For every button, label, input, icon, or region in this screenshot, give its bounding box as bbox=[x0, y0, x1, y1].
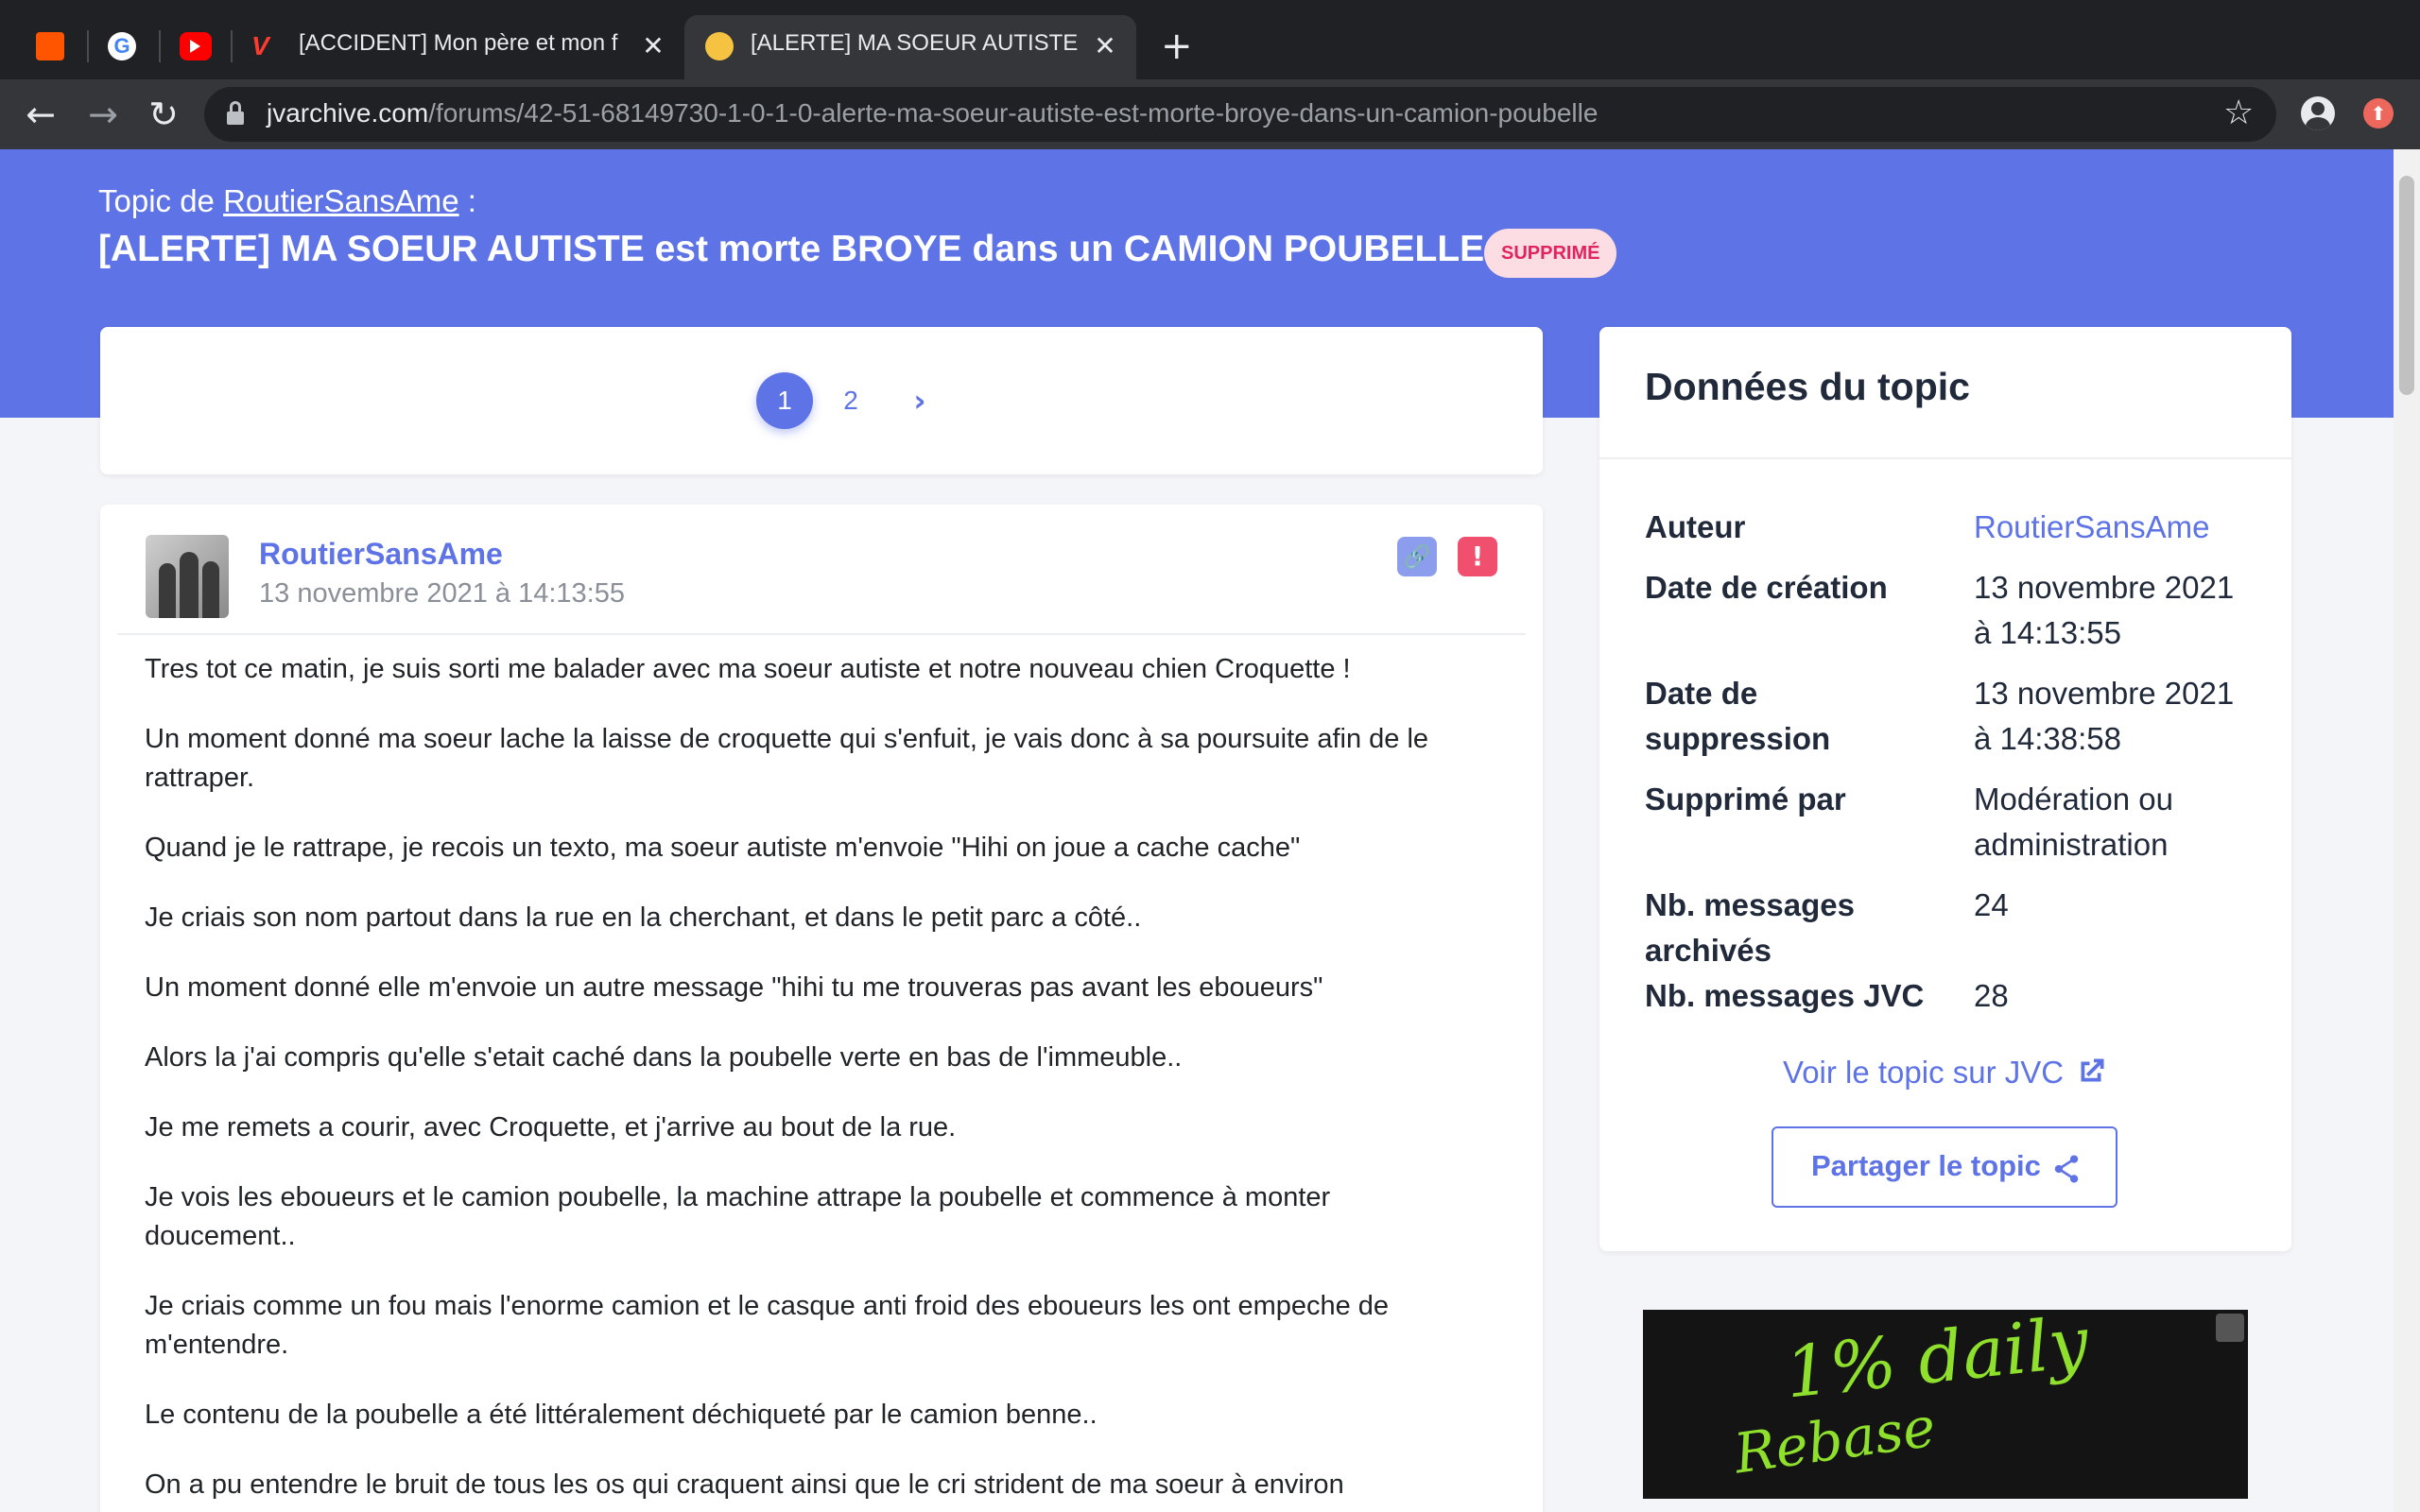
label-jvc-messages: Nb. messages JVC bbox=[1645, 978, 1925, 1013]
close-icon[interactable]: ✕ bbox=[639, 28, 667, 64]
label-author: Auteur bbox=[1645, 509, 1746, 544]
tab-separator bbox=[159, 30, 161, 62]
page-title: [ALERTE] MA SOEUR AUTISTE est morte BROY… bbox=[98, 229, 1485, 269]
view-on-jvc-link[interactable]: Voir le topic sur JVC bbox=[1783, 1055, 2064, 1091]
url-path: /forums/42-51-68149730-1-0-1-0-alerte-ma… bbox=[428, 98, 1599, 128]
report-icon[interactable]: ! bbox=[1458, 537, 1497, 576]
label-deleted-by: Supprimé par bbox=[1645, 782, 1846, 816]
post-divider bbox=[117, 633, 1526, 635]
value-deleted-by: Modération ou bbox=[1974, 782, 2173, 816]
value-deleted-by-2: administration bbox=[1974, 827, 2169, 862]
page-viewport: Topic de RoutierSansAme : [ALERTE] MA SO… bbox=[0, 149, 2394, 1512]
value-deletion-time: à 14:38:58 bbox=[1974, 721, 2121, 756]
status-badge: SUPPRIMÉ bbox=[1484, 229, 1617, 278]
label-archived-messages-2: archivés bbox=[1645, 933, 1772, 968]
value-archived-messages: 24 bbox=[1974, 887, 2009, 922]
youtube-icon[interactable] bbox=[180, 32, 212, 60]
link-icon[interactable]: 🔗 bbox=[1397, 537, 1437, 576]
topic-author-line: Topic de RoutierSansAme : bbox=[98, 183, 476, 219]
url-text[interactable]: jvarchive.com/forums/42-51-68149730-1-0-… bbox=[267, 98, 1598, 129]
page-2-button[interactable]: 2 bbox=[822, 372, 879, 429]
pagination-card bbox=[100, 327, 1543, 474]
url-host: jvarchive.com bbox=[267, 98, 429, 128]
post-paragraph: Alors la j'ai compris qu'elle s'etait ca… bbox=[145, 1042, 1183, 1073]
label-deletion-date: Date de bbox=[1645, 676, 1758, 711]
topic-author-link[interactable]: RoutierSansAme bbox=[223, 183, 458, 218]
sidebar-divider bbox=[1599, 457, 2291, 459]
ad-choices-icon[interactable] bbox=[2216, 1314, 2244, 1342]
post-paragraph: Je me remets a courir, avec Croquette, e… bbox=[145, 1112, 957, 1143]
post-paragraph: Tres tot ce matin, je suis sorti me bala… bbox=[145, 654, 1351, 684]
value-deletion-date: 13 novembre 2021 bbox=[1974, 676, 2235, 711]
value-jvc-messages: 28 bbox=[1974, 978, 2009, 1013]
forward-icon[interactable]: → bbox=[79, 91, 127, 138]
star-icon[interactable]: ☆ bbox=[2223, 93, 2254, 134]
post-paragraph: Je criais son nom partout dans la rue en… bbox=[145, 902, 1142, 933]
post-body: Tres tot ce matin, je suis sorti me bala… bbox=[145, 650, 1487, 1512]
post-paragraph: Je vois les eboueurs et le camion poubel… bbox=[145, 1182, 1331, 1251]
jv-icon[interactable]: V bbox=[251, 32, 280, 60]
sidebar-title: Données du topic bbox=[1645, 365, 1970, 408]
plus-icon[interactable]: + bbox=[1161, 25, 1193, 68]
post-author-link[interactable]: RoutierSansAme bbox=[259, 537, 503, 572]
post-paragraph: Un moment donné elle m'envoie un autre m… bbox=[145, 972, 1323, 1003]
share-button-label: Partager le topic bbox=[1811, 1149, 2041, 1182]
close-icon[interactable]: ✕ bbox=[1091, 28, 1119, 64]
extension-icon[interactable]: ⬆ bbox=[2363, 98, 2394, 129]
emoji-icon bbox=[705, 32, 734, 60]
chevron-right-icon[interactable]: › bbox=[906, 372, 934, 429]
google-icon[interactable]: G bbox=[108, 32, 136, 60]
ad-text-line1: 1% daily bbox=[1781, 1310, 2093, 1415]
avatar[interactable] bbox=[146, 535, 229, 618]
post-paragraph: Un moment donné ma soeur lache la laisse… bbox=[145, 724, 1429, 793]
post-date: 13 novembre 2021 à 14:13:55 bbox=[259, 578, 625, 609]
value-author-link[interactable]: RoutierSansAme bbox=[1974, 505, 2209, 550]
post-paragraph: Je criais comme un fou mais l'enorme cam… bbox=[145, 1291, 1390, 1360]
label-creation-date: Date de création bbox=[1645, 570, 1888, 605]
post-paragraph: On a pu entendre le bruit de tous les os… bbox=[145, 1469, 1344, 1500]
topic-prefix: Topic de bbox=[98, 183, 224, 218]
share-icon bbox=[2054, 1155, 2079, 1183]
value-creation-date: 13 novembre 2021 bbox=[1974, 570, 2235, 605]
ad-text-line2: Rebase bbox=[1730, 1394, 1940, 1486]
tab-title-accident[interactable]: [ACCIDENT] Mon père et mon f bbox=[299, 30, 630, 57]
soundcloud-icon[interactable] bbox=[36, 32, 64, 60]
label-archived-messages: Nb. messages bbox=[1645, 887, 1855, 922]
topic-suffix: : bbox=[458, 183, 476, 218]
back-icon[interactable]: ← bbox=[17, 91, 64, 138]
lock-icon[interactable] bbox=[227, 101, 244, 126]
post-paragraph: Le contenu de la poubelle a été littéral… bbox=[145, 1400, 1098, 1430]
tab-separator bbox=[231, 30, 233, 62]
scrollbar-thumb[interactable] bbox=[2399, 176, 2414, 395]
post-paragraph: Quand je le rattrape, je recois un texto… bbox=[145, 833, 1301, 863]
advertisement-banner[interactable]: 1% daily Rebase bbox=[1643, 1310, 2248, 1499]
page-1-button[interactable]: 1 bbox=[756, 372, 813, 429]
profile-icon[interactable] bbox=[2301, 96, 2335, 130]
label-deletion-date-2: suppression bbox=[1645, 721, 1831, 756]
tab-separator bbox=[87, 30, 89, 62]
value-creation-time: à 14:13:55 bbox=[1974, 615, 2121, 650]
external-link-icon[interactable] bbox=[2074, 1055, 2108, 1089]
reload-icon[interactable]: ↻ bbox=[140, 91, 187, 138]
share-topic-button[interactable]: Partager le topic bbox=[1772, 1126, 2118, 1208]
tab-title-alerte[interactable]: [ALERTE] MA SOEUR AUTISTE bbox=[751, 30, 1081, 57]
